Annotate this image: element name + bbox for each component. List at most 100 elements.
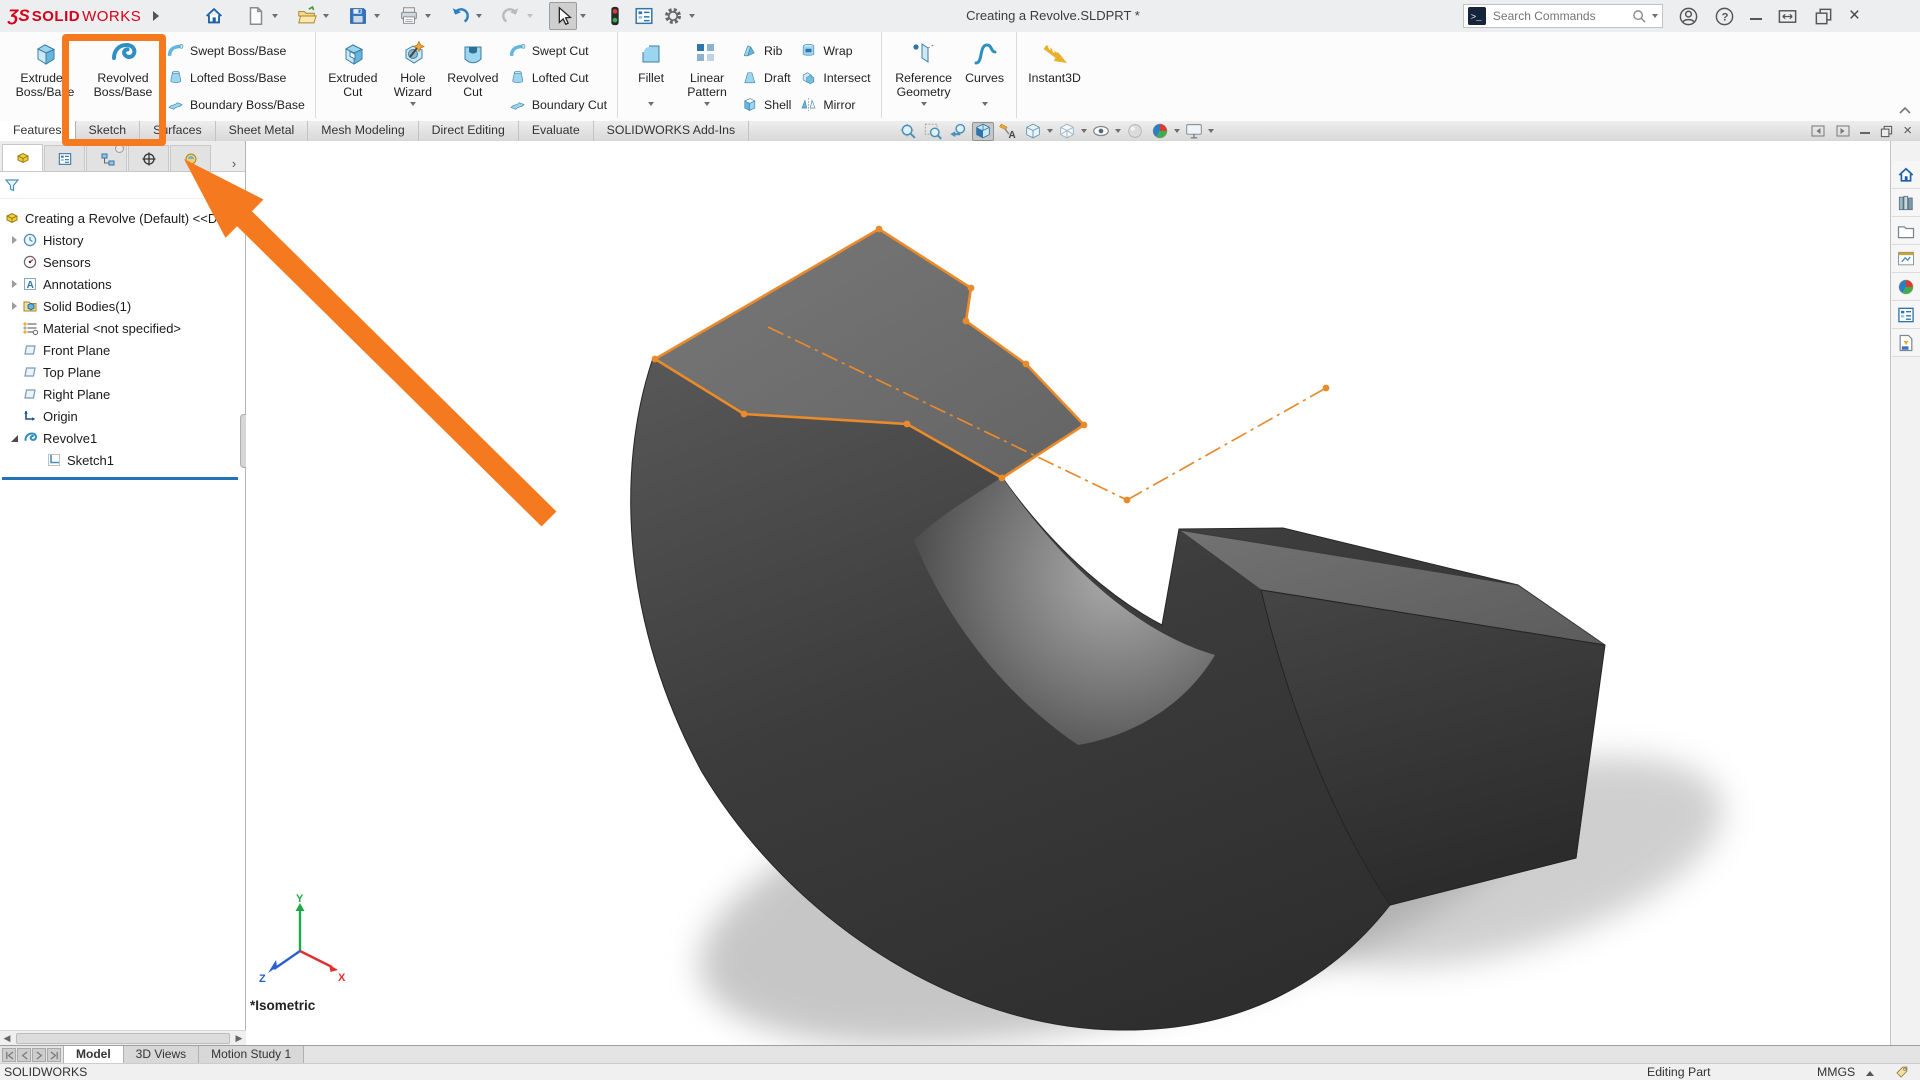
fillet-button[interactable]: Fillet [624,35,678,108]
tab-evaluate[interactable]: Evaluate [519,121,594,141]
select-dropdown[interactable] [580,14,586,18]
first-tab-button[interactable] [2,1048,16,1062]
propertymanager-tab[interactable] [44,145,85,171]
open-dropdown[interactable] [323,14,329,18]
status-units[interactable]: MMGS [1817,1065,1855,1079]
last-tab-button[interactable] [47,1048,61,1062]
3d-views-tab[interactable]: 3D Views [124,1046,199,1064]
hide-show-items-dropdown[interactable] [1115,129,1121,133]
linear-pattern-dropdown[interactable] [704,102,710,106]
collapse-pane-right-icon[interactable] [1835,123,1851,139]
mirror-button[interactable]: Mirror [795,91,874,118]
new-dropdown[interactable] [272,14,278,18]
apply-scene-icon[interactable] [1149,122,1171,141]
account-icon[interactable] [1678,6,1699,27]
minimize-document-icon[interactable] [1860,132,1870,134]
rebuild-traffic-light-icon[interactable] [602,3,628,29]
tree-item-front-plane[interactable]: Front Plane [0,339,245,361]
file-explorer-icon[interactable] [1892,217,1920,245]
save-button[interactable] [345,3,371,29]
select-cursor-button[interactable] [549,2,577,30]
view-orientation-dropdown[interactable] [1047,129,1053,133]
instant3d-button[interactable]: Instant3D [1023,35,1087,108]
open-button[interactable] [294,3,320,29]
boundary-boss-base-button[interactable]: Boundary Boss/Base [162,91,309,118]
reference-geometry-dropdown[interactable] [921,102,927,106]
restore-document-icon[interactable] [1879,124,1894,139]
filter-funnel-icon[interactable] [4,177,20,193]
curves-dropdown[interactable] [982,102,988,106]
appearances-icon[interactable] [1892,273,1920,301]
save-dropdown[interactable] [374,14,380,18]
fillet-dropdown[interactable] [648,102,654,106]
hide-show-items-icon[interactable] [1090,122,1112,141]
expander-icon[interactable] [8,233,22,247]
search-commands-input[interactable] [1491,8,1627,24]
display-style-dropdown[interactable] [1081,129,1087,133]
display-style-icon[interactable] [1056,122,1078,141]
featuremanager-tab[interactable] [2,144,43,171]
collapse-pane-left-icon[interactable] [1810,123,1826,139]
zoom-to-fit-icon[interactable] [897,122,919,141]
scroll-right-arrow[interactable]: ▶ [232,1032,246,1045]
span-displays-button[interactable] [1777,6,1798,27]
tree-item-right-plane[interactable]: Right Plane [0,383,245,405]
units-dropdown-arrow[interactable] [1866,1071,1874,1076]
tab-mesh-modeling[interactable]: Mesh Modeling [308,121,418,141]
lofted-cut-button[interactable]: Lofted Cut [504,64,611,91]
close-document-icon[interactable]: × [1903,124,1912,138]
close-button[interactable]: × [1849,6,1860,26]
custom-properties-icon[interactable] [1892,301,1920,329]
tag-icon[interactable] [1894,1065,1909,1080]
shell-button[interactable]: Shell [736,91,795,118]
motion-study-tab[interactable]: Motion Study 1 [199,1046,304,1064]
curves-button[interactable]: Curves [960,35,1010,108]
section-view-icon[interactable] [972,122,994,141]
help-icon[interactable] [1714,6,1735,27]
zoom-to-area-icon[interactable] [922,122,944,141]
swept-cut-button[interactable]: Swept Cut [504,37,611,64]
next-tab-button[interactable] [32,1048,46,1062]
panel-horizontal-scrollbar[interactable]: ◀ ▶ [0,1030,246,1045]
restore-button[interactable] [1813,6,1834,27]
new-document-button[interactable] [243,3,269,29]
print-button[interactable] [396,3,422,29]
forum-icon[interactable] [1892,329,1920,357]
expander-icon[interactable] [8,277,22,291]
expander-icon[interactable] [8,299,22,313]
hide-show-annotations-icon[interactable] [997,122,1019,141]
tree-item-sensors[interactable]: Sensors [0,251,245,273]
tree-item-sketch1[interactable]: Sketch1 [0,449,245,471]
undo-dropdown[interactable] [476,14,482,18]
previous-tab-button[interactable] [17,1048,31,1062]
search-dropdown[interactable] [1652,14,1658,18]
revolved-cut-button[interactable]: Revolved Cut [442,35,504,108]
boundary-cut-button[interactable]: Boundary Cut [504,91,611,118]
tree-item-solid-bodies[interactable]: Solid Bodies(1) [0,295,245,317]
menu-expand-arrow[interactable] [153,11,159,21]
linear-pattern-button[interactable]: Linear Pattern [678,35,736,108]
options-gear-button[interactable] [660,3,686,29]
scroll-left-arrow[interactable]: ◀ [0,1032,14,1045]
displaymanager-tab[interactable] [170,145,211,171]
design-library-icon[interactable] [1892,189,1920,217]
extruded-cut-button[interactable]: Extruded Cut [322,35,384,108]
scroll-thumb[interactable] [16,1033,230,1044]
home-icon[interactable] [1892,161,1920,189]
reference-geometry-button[interactable]: Reference Geometry [888,35,960,108]
tab-direct-editing[interactable]: Direct Editing [419,121,519,141]
model-tab[interactable]: Model [63,1046,124,1064]
search-commands-box[interactable]: >_ [1463,4,1663,28]
tree-item-origin[interactable]: Origin [0,405,245,427]
tree-item-history[interactable]: History [0,229,245,251]
search-icon[interactable] [1632,9,1647,24]
edit-appearance-icon[interactable] [1124,122,1146,141]
tab-sheet-metal[interactable]: Sheet Metal [216,121,309,141]
lofted-boss-base-button[interactable]: Lofted Boss/Base [162,64,309,91]
expander-icon[interactable] [8,431,22,445]
redo-dropdown[interactable] [527,14,533,18]
home-button[interactable] [201,3,227,29]
previous-view-icon[interactable] [947,122,969,141]
tab-solidworks-add-ins[interactable]: SOLIDWORKS Add-Ins [594,121,749,141]
options-dropdown[interactable] [689,14,695,18]
